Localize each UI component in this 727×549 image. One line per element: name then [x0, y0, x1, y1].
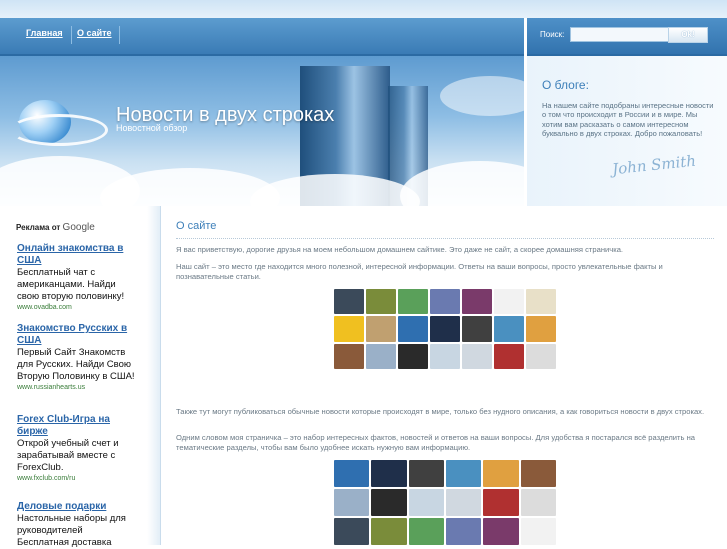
- ad-description: Настольные наборы для руководителей Бесп…: [17, 513, 126, 548]
- content-paragraph: Также тут могут публиковаться обычные но…: [176, 407, 705, 416]
- ad-item: Деловые подарки Настольные наборы для ру…: [17, 501, 135, 549]
- thumbnail-tile: [334, 460, 370, 487]
- ad-title-link[interactable]: Forex Club-Игра на бирже: [17, 414, 135, 438]
- content-paragraph: Одним словом моя страничка – это набор и…: [176, 433, 696, 452]
- thumbnail-tile: [430, 289, 460, 315]
- main-content: О сайте Я вас приветствую, дорогие друзь…: [163, 206, 727, 545]
- thumbnail-tile: [526, 316, 556, 342]
- blog-heading: О блоге:: [542, 78, 589, 92]
- nav-home-link[interactable]: Главная: [26, 28, 63, 38]
- thumbnail-tile: [526, 343, 556, 369]
- thumbnail-tile: [520, 489, 556, 516]
- search-bar: Поиск: Ok!: [527, 18, 727, 56]
- header-banner: Новости в двух строках Новостной обзор: [0, 56, 524, 206]
- thumbnail-tile: [445, 518, 482, 545]
- top-strip: [0, 0, 727, 18]
- thumbnail-tile: [408, 518, 444, 545]
- search-button[interactable]: Ok!: [668, 27, 708, 43]
- search-label: Поиск:: [540, 30, 565, 39]
- thumbnail-tile: [462, 316, 492, 342]
- thumbnail-tile: [334, 343, 364, 369]
- ad-description: Бесплатный чат с американцами. Найди сво…: [17, 267, 125, 302]
- sidebar-ads: Реклама от Google Онлайн знакомства в СШ…: [0, 206, 161, 548]
- ad-url[interactable]: www.ovadba.com: [17, 303, 135, 313]
- thumbnail-tile: [334, 289, 364, 315]
- thumbnail-tile: [483, 518, 519, 545]
- ad-title-link[interactable]: Знакомство Русских в США: [17, 323, 135, 347]
- page-title: О сайте: [176, 220, 217, 232]
- ad-title-link[interactable]: Онлайн знакомства в США: [17, 243, 135, 267]
- ad-url[interactable]: www.fxclub.com/ru: [17, 474, 135, 484]
- cloud-shape: [440, 76, 524, 116]
- thumbnail-tile: [483, 489, 519, 516]
- ad-description: Открой учебный счет и зарабатывай вместе…: [17, 438, 119, 473]
- thumbnail-tile: [371, 489, 407, 516]
- main-nav: Главная О сайте: [0, 18, 524, 56]
- signature: John Smith: [611, 151, 697, 179]
- thumbnail-tile: [408, 489, 444, 516]
- thumbnail-tile: [430, 316, 460, 342]
- thumbnail-tile: [494, 316, 524, 342]
- thumbnail-tile: [366, 316, 396, 342]
- thumbnail-tile: [408, 460, 444, 487]
- thumbnail-tile: [462, 343, 492, 369]
- thumbnail-tile: [366, 343, 396, 369]
- nav-separator: [119, 26, 120, 44]
- ad-item: Forex Club-Игра на бирже Открой учебный …: [17, 414, 135, 484]
- thumbnail-tile: [445, 489, 482, 516]
- ads-header-prefix: Реклама от: [16, 223, 61, 232]
- search-input[interactable]: [570, 27, 669, 42]
- site-subtitle: Новостной обзор: [116, 123, 188, 133]
- logo-ring-icon: [10, 114, 108, 146]
- thumbnail-tile: [371, 460, 407, 487]
- google-logo[interactable]: Google: [63, 222, 95, 233]
- thumbnail-tile: [520, 518, 556, 545]
- ads-header: Реклама от Google: [16, 222, 95, 233]
- thumbnail-tile: [398, 316, 428, 342]
- content-paragraph: Наш сайт – это место где находится много…: [176, 262, 663, 281]
- thumbnail-tile: [398, 343, 428, 369]
- thumbnail-tile: [430, 343, 460, 369]
- web-design-collage-image: [334, 289, 556, 369]
- thumbnail-tile: [334, 316, 364, 342]
- web-design-collage-image: [334, 460, 556, 545]
- thumbnail-tile: [334, 518, 370, 545]
- nav-separator: [71, 26, 72, 44]
- nav-about-link[interactable]: О сайте: [77, 28, 112, 38]
- thumbnail-tile: [494, 289, 524, 315]
- ad-url[interactable]: www.russianhearts.us: [17, 383, 135, 393]
- divider: [176, 238, 714, 239]
- blog-text: На нашем сайте подобраны интересные ново…: [542, 101, 714, 139]
- thumbnail-tile: [483, 460, 519, 487]
- thumbnail-tile: [520, 460, 556, 487]
- thumbnail-tile: [445, 460, 482, 487]
- ad-item: Онлайн знакомства в США Бесплатный чат с…: [17, 243, 135, 313]
- thumbnail-tile: [366, 289, 396, 315]
- thumbnail-tile: [494, 343, 524, 369]
- ad-item: Знакомство Русских в США Первый Сайт Зна…: [17, 323, 135, 393]
- ad-description: Первый Сайт Знакомств для Русских. Найди…: [17, 347, 135, 382]
- thumbnail-tile: [398, 289, 428, 315]
- thumbnail-tile: [334, 489, 370, 516]
- content-paragraph: Я вас приветствую, дорогие друзья на мое…: [176, 245, 624, 254]
- thumbnail-tile: [371, 518, 407, 545]
- thumbnail-tile: [526, 289, 556, 315]
- ad-title-link[interactable]: Деловые подарки: [17, 501, 135, 513]
- thumbnail-tile: [462, 289, 492, 315]
- about-blog-box: О блоге: На нашем сайте подобраны интере…: [527, 56, 727, 206]
